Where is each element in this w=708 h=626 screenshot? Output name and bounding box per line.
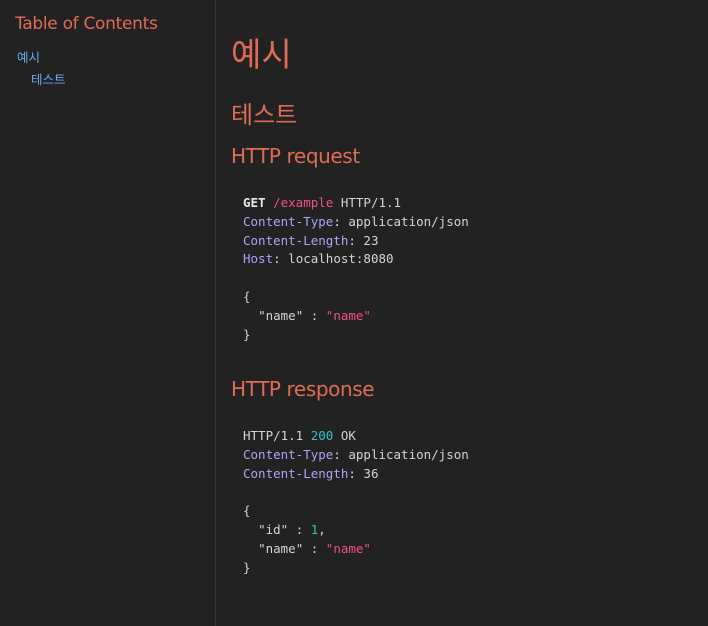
header-value: application/json	[348, 213, 469, 229]
json-open-brace: {	[243, 288, 251, 304]
header-value: application/json	[348, 446, 469, 462]
toc-link-example[interactable]: 예시	[17, 47, 40, 66]
json-field-line: "name" : "name"	[258, 307, 371, 323]
json-close-brace: }	[243, 326, 251, 342]
json-field-line: "name" : "name"	[258, 540, 371, 556]
status-text: OK	[340, 428, 356, 443]
request-version: HTTP/1.1	[340, 195, 402, 210]
json-string-value: "name"	[325, 307, 371, 323]
request-header-line: Host: localhost:8080	[243, 251, 394, 267]
json-key: "name"	[258, 307, 304, 323]
json-close-brace: }	[243, 559, 251, 575]
request-header-line: Content-Type: application/json	[243, 213, 469, 229]
http-response-code-block: HTTP/1.1 200 OK Content-Type: application…	[243, 427, 469, 577]
page: Table of Contents 예시 테스트 예시 테스트 HTTP req…	[0, 0, 708, 626]
page-title: 예시	[231, 35, 292, 74]
json-open-brace: {	[243, 503, 251, 519]
response-header-line: Content-Length: 36	[243, 465, 379, 481]
response-version: HTTP/1.1	[243, 428, 304, 443]
json-key: "name"	[258, 540, 304, 556]
response-header-line: Content-Type: application/json	[243, 446, 469, 462]
header-value: localhost:8080	[288, 251, 394, 267]
content: 예시 테스트 HTTP request GET /example HTTP/1.…	[217, 0, 708, 626]
http-request-heading: HTTP request	[231, 144, 360, 168]
json-number-value: 1	[310, 521, 319, 537]
toc-link-test[interactable]: 테스트	[31, 69, 66, 88]
header-value: 36	[363, 465, 379, 481]
header-name: Content-Type	[243, 213, 334, 229]
toc-sidebar: Table of Contents 예시 테스트	[0, 0, 216, 626]
section-heading: 테스트	[231, 101, 298, 129]
header-name: Host	[243, 251, 274, 267]
http-response-heading: HTTP response	[231, 377, 375, 401]
json-key: "id"	[258, 521, 289, 537]
header-value: 23	[363, 232, 379, 248]
status-code: 200	[310, 428, 334, 443]
request-line: GET /example HTTP/1.1	[243, 194, 469, 213]
request-header-line: Content-Length: 23	[243, 232, 379, 248]
header-name: Content-Type	[243, 446, 334, 462]
request-path: /example	[273, 195, 334, 210]
request-method: GET	[243, 195, 266, 210]
header-name: Content-Length	[243, 465, 349, 481]
header-name: Content-Length	[243, 232, 349, 248]
status-line: HTTP/1.1 200 OK	[243, 427, 469, 446]
http-request-code-block: GET /example HTTP/1.1 Content-Type: appli…	[243, 194, 469, 344]
toc-title: Table of Contents	[15, 14, 158, 34]
json-string-value: "name"	[325, 540, 371, 556]
json-field-line: "id" : 1,	[258, 521, 326, 537]
